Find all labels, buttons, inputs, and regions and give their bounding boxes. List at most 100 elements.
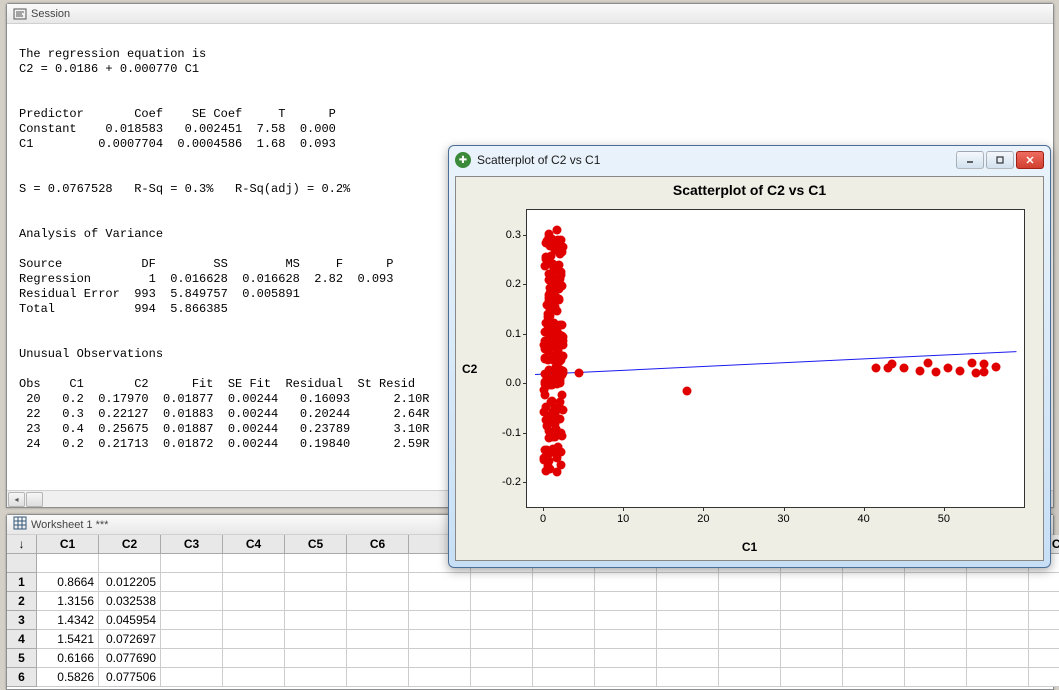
cell[interactable] bbox=[905, 668, 967, 687]
cell[interactable] bbox=[719, 592, 781, 611]
cell[interactable] bbox=[161, 649, 223, 668]
cell[interactable]: 0.072697 bbox=[99, 630, 161, 649]
row-header[interactable]: 3 bbox=[7, 611, 37, 630]
column-header[interactable]: C5 bbox=[285, 535, 347, 554]
cell[interactable]: 0.077690 bbox=[99, 649, 161, 668]
cell[interactable] bbox=[533, 668, 595, 687]
cell[interactable] bbox=[595, 573, 657, 592]
cell[interactable] bbox=[595, 592, 657, 611]
row-header[interactable]: 2 bbox=[7, 592, 37, 611]
cell[interactable] bbox=[99, 554, 161, 573]
cell[interactable] bbox=[223, 630, 285, 649]
chart-canvas[interactable]: Scatterplot of C2 vs C1 C2 C1 -0.2-0.10.… bbox=[455, 176, 1044, 561]
cell[interactable] bbox=[409, 592, 471, 611]
cell[interactable] bbox=[285, 649, 347, 668]
cell[interactable] bbox=[7, 554, 37, 573]
cell[interactable] bbox=[533, 630, 595, 649]
cell[interactable] bbox=[471, 573, 533, 592]
cell[interactable] bbox=[719, 668, 781, 687]
cell[interactable] bbox=[1029, 668, 1059, 687]
cell[interactable] bbox=[1029, 592, 1059, 611]
cell[interactable] bbox=[1029, 611, 1059, 630]
cell[interactable] bbox=[967, 630, 1029, 649]
cell[interactable] bbox=[905, 630, 967, 649]
cell[interactable]: 0.077506 bbox=[99, 668, 161, 687]
cell[interactable] bbox=[161, 668, 223, 687]
cell[interactable] bbox=[409, 649, 471, 668]
cell[interactable] bbox=[595, 630, 657, 649]
cell[interactable] bbox=[533, 649, 595, 668]
row-header[interactable]: 6 bbox=[7, 668, 37, 687]
corner-cell[interactable]: ↓ bbox=[7, 535, 37, 554]
cell[interactable] bbox=[781, 592, 843, 611]
cell[interactable]: 1.5421 bbox=[37, 630, 99, 649]
cell[interactable] bbox=[161, 611, 223, 630]
cell[interactable] bbox=[409, 611, 471, 630]
cell[interactable] bbox=[347, 573, 409, 592]
cell[interactable]: 0.8664 bbox=[37, 573, 99, 592]
cell[interactable] bbox=[967, 611, 1029, 630]
cell[interactable] bbox=[843, 649, 905, 668]
cell[interactable]: 0.6166 bbox=[37, 649, 99, 668]
cell[interactable] bbox=[223, 668, 285, 687]
cell[interactable] bbox=[223, 573, 285, 592]
row-header[interactable]: 1 bbox=[7, 573, 37, 592]
cell[interactable] bbox=[161, 573, 223, 592]
cell[interactable] bbox=[285, 668, 347, 687]
cell[interactable] bbox=[657, 573, 719, 592]
cell[interactable] bbox=[595, 611, 657, 630]
cell[interactable] bbox=[285, 554, 347, 573]
cell[interactable] bbox=[595, 649, 657, 668]
column-header[interactable]: C1 bbox=[37, 535, 99, 554]
cell[interactable] bbox=[471, 668, 533, 687]
cell[interactable] bbox=[719, 649, 781, 668]
cell[interactable] bbox=[223, 649, 285, 668]
cell[interactable] bbox=[657, 630, 719, 649]
cell[interactable]: 0.032538 bbox=[99, 592, 161, 611]
cell[interactable] bbox=[657, 668, 719, 687]
cell[interactable] bbox=[843, 611, 905, 630]
cell[interactable]: 0.012205 bbox=[99, 573, 161, 592]
cell[interactable] bbox=[781, 668, 843, 687]
cell[interactable] bbox=[471, 630, 533, 649]
cell[interactable] bbox=[1029, 649, 1059, 668]
cell[interactable] bbox=[657, 649, 719, 668]
cell[interactable] bbox=[967, 649, 1029, 668]
cell[interactable] bbox=[347, 554, 409, 573]
column-header[interactable]: C4 bbox=[223, 535, 285, 554]
cell[interactable] bbox=[657, 611, 719, 630]
cell[interactable] bbox=[223, 592, 285, 611]
cell[interactable] bbox=[533, 573, 595, 592]
column-header[interactable]: C2 bbox=[99, 535, 161, 554]
cell[interactable] bbox=[719, 611, 781, 630]
cell[interactable] bbox=[781, 573, 843, 592]
scroll-left-button[interactable]: ◂ bbox=[8, 492, 25, 507]
chart-titlebar[interactable]: ✚ Scatterplot of C2 vs C1 bbox=[449, 146, 1050, 174]
cell[interactable] bbox=[843, 573, 905, 592]
cell[interactable] bbox=[285, 611, 347, 630]
cell[interactable] bbox=[905, 592, 967, 611]
column-header[interactable]: C6 bbox=[347, 535, 409, 554]
cell[interactable] bbox=[905, 611, 967, 630]
cell[interactable] bbox=[595, 668, 657, 687]
cell[interactable] bbox=[471, 611, 533, 630]
cell[interactable] bbox=[161, 592, 223, 611]
row-header[interactable]: 5 bbox=[7, 649, 37, 668]
minimize-button[interactable] bbox=[956, 151, 984, 169]
cell[interactable] bbox=[905, 649, 967, 668]
session-titlebar[interactable]: Session bbox=[7, 4, 1053, 24]
cell[interactable]: 0.045954 bbox=[99, 611, 161, 630]
scroll-thumb[interactable] bbox=[26, 492, 43, 507]
cell[interactable]: 1.3156 bbox=[37, 592, 99, 611]
cell[interactable] bbox=[843, 630, 905, 649]
cell[interactable] bbox=[781, 630, 843, 649]
cell[interactable] bbox=[657, 592, 719, 611]
cell[interactable] bbox=[843, 668, 905, 687]
cell[interactable] bbox=[967, 668, 1029, 687]
cell[interactable] bbox=[1029, 573, 1059, 592]
cell[interactable] bbox=[285, 592, 347, 611]
cell[interactable] bbox=[719, 630, 781, 649]
cell[interactable] bbox=[533, 592, 595, 611]
chart-window[interactable]: ✚ Scatterplot of C2 vs C1 Scatterplot of… bbox=[448, 145, 1051, 568]
cell[interactable] bbox=[285, 573, 347, 592]
